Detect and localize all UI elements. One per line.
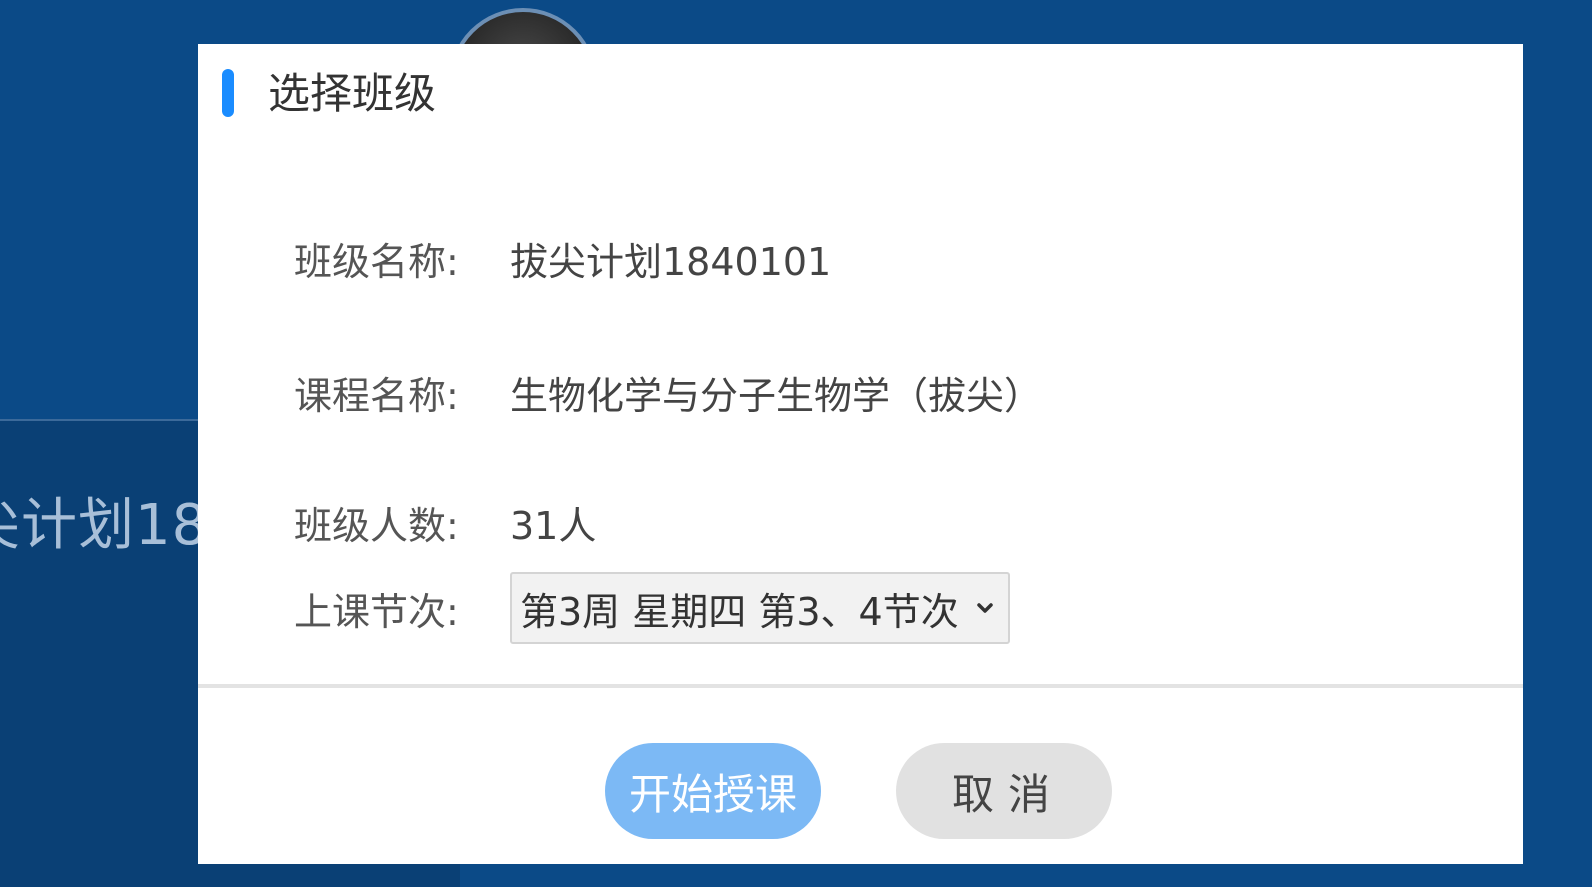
course-name-row: 课程名称: 生物化学与分子生物学（拔尖） (294, 366, 1042, 418)
session-label: 上课节次: (294, 589, 459, 634)
class-name-label: 班级名称: (294, 239, 459, 284)
chevron-down-icon (974, 597, 996, 619)
start-teaching-button[interactable]: 开始授课 (605, 743, 821, 839)
title-accent-bar (222, 69, 234, 117)
class-size-value: 31人 (510, 503, 597, 548)
class-name-value: 拔尖计划1840101 (510, 239, 832, 284)
course-name-label: 课程名称: (294, 373, 459, 418)
class-size-row: 班级人数: 31人 (294, 496, 596, 548)
select-class-dialog: 选择班级 班级名称: 拔尖计划1840101 课程名称: 生物化学与分子生物学（… (198, 44, 1523, 864)
session-row: 上课节次: 第3周 星期四 第3、4节次 (294, 572, 1010, 644)
session-select-value: 第3周 星期四 第3、4节次 (520, 589, 959, 634)
class-size-label: 班级人数: (294, 503, 459, 548)
class-name-row: 班级名称: 拔尖计划1840101 (294, 232, 831, 284)
footer-divider (198, 684, 1523, 688)
course-name-value: 生物化学与分子生物学（拔尖） (510, 373, 1043, 418)
dialog-title: 选择班级 (268, 69, 437, 118)
session-select[interactable]: 第3周 星期四 第3、4节次 (510, 572, 1010, 644)
cancel-button[interactable]: 取消 (896, 743, 1112, 839)
